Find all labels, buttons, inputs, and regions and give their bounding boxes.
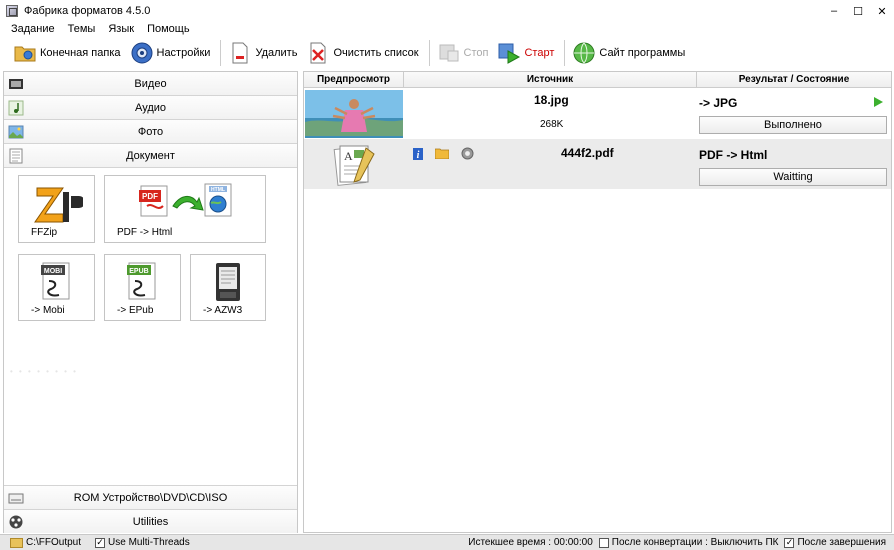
source-filesize: 268K (540, 119, 564, 130)
ereader-icon (213, 261, 243, 306)
pdf-icon: PDF (139, 184, 173, 221)
start-icon (497, 41, 521, 65)
html-globe-icon: HTML (203, 182, 235, 221)
output-path[interactable]: C:\FFOutput (26, 537, 81, 548)
svg-text:A: A (344, 149, 353, 163)
column-result[interactable]: Результат / Состояние (697, 72, 891, 87)
result-format: PDF -> Html (699, 148, 768, 162)
status-button[interactable]: Выполнено (699, 116, 887, 134)
multithread-checkbox[interactable]: ✓ (95, 537, 106, 548)
html-icon-text: HTML (211, 187, 225, 193)
clear-list-icon (306, 41, 330, 65)
image-thumbnail (305, 90, 403, 138)
result-format: -> JPG (699, 96, 738, 110)
minimize-button[interactable]: – (822, 0, 846, 22)
close-button[interactable]: ✕ (870, 0, 894, 22)
category-document[interactable]: Документ (4, 144, 297, 168)
tile-to-azw3[interactable]: -> AZW3 (190, 254, 266, 321)
table-row[interactable]: 18.jpg 268K -> JPG Выполнено (304, 89, 891, 139)
category-photo[interactable]: Фото (4, 120, 297, 144)
mobi-icon-text: MOBI (44, 268, 62, 275)
title-bar: Фабрика форматов 4.5.0 – ☐ ✕ (0, 0, 894, 22)
task-list-header: Предпросмотр Источник Результат / Состоя… (304, 72, 891, 88)
folder-icon[interactable] (434, 148, 450, 162)
menu-bar: Задание Темы Язык Помощь (0, 22, 894, 36)
info-icon[interactable]: i (413, 148, 423, 163)
menu-language[interactable]: Язык (105, 23, 137, 35)
toolbar-separator (220, 40, 222, 66)
mobi-icon: MOBI (39, 261, 73, 306)
app-icon (6, 5, 18, 17)
after-convert-checkbox[interactable] (598, 537, 609, 548)
epub-icon-text: EPUB (129, 268, 148, 275)
ffzip-icon (33, 182, 85, 229)
faded-decoration: • • • • • • • • (10, 367, 78, 376)
maximize-button[interactable]: ☐ (846, 0, 870, 22)
pdf-icon-text: PDF (142, 192, 158, 201)
folder-icon[interactable] (10, 537, 23, 548)
clear-list-button[interactable]: Очистить список (303, 39, 421, 67)
menu-help[interactable]: Помощь (144, 23, 193, 35)
source-filename: 444f2.pdf (561, 146, 614, 160)
arrow-right-icon (171, 192, 205, 217)
task-list: Предпросмотр Источник Результат / Состоя… (303, 71, 892, 533)
after-finish-checkbox[interactable]: ✓ (784, 537, 795, 548)
tile-pdf-to-html[interactable]: PDF HTML PDF -> Html (104, 175, 266, 243)
stop-button[interactable]: Стоп (434, 39, 492, 67)
tile-to-mobi[interactable]: MOBI -> Mobi (18, 254, 95, 321)
globe-icon (572, 41, 596, 65)
tile-to-epub[interactable]: EPUB -> EPub (104, 254, 181, 321)
toolbar: Конечная папка Настройки Удалить Очистит… (0, 37, 894, 69)
after-finish-label: После завершения (797, 537, 886, 548)
source-filename: 18.jpg (534, 93, 569, 107)
category-video[interactable]: Видео (4, 72, 297, 96)
after-convert-label: После конвертации : Выключить ПК (611, 537, 779, 548)
category-rom-device[interactable]: ROM Устройство\DVD\CD\ISO (4, 485, 297, 509)
delete-document-icon (228, 41, 252, 65)
status-button[interactable]: Waitting (699, 168, 887, 186)
gear-icon[interactable] (461, 147, 474, 163)
category-audio[interactable]: Аудио (4, 96, 297, 120)
gear-icon (130, 41, 154, 65)
window-title: Фабрика форматов 4.5.0 (24, 5, 151, 17)
menu-themes[interactable]: Темы (65, 23, 99, 35)
multithread-label: Use Multi-Threads (108, 537, 190, 548)
tile-ffzip[interactable]: FFZip (18, 175, 95, 243)
category-utilities[interactable]: Utilities (4, 509, 297, 533)
status-bar: C:\FFOutput ✓ Use Multi-Threads Истекшее… (0, 534, 894, 550)
output-folder-button[interactable]: Конечная папка (10, 39, 124, 67)
stop-icon (437, 41, 461, 65)
column-source[interactable]: Источник (404, 72, 697, 87)
toolbar-separator (564, 40, 566, 66)
table-row[interactable]: A i 444f2.pdf PDF -> Html Waitting (304, 139, 891, 189)
website-button[interactable]: Сайт программы (569, 39, 688, 67)
folder-icon (13, 41, 37, 65)
document-thumbnail-icon: A (332, 142, 378, 189)
epub-icon: EPUB (125, 261, 159, 306)
svg-text:i: i (417, 150, 420, 160)
delete-button[interactable]: Удалить (225, 39, 300, 67)
toolbar-separator (428, 40, 430, 66)
column-preview[interactable]: Предпросмотр (304, 72, 404, 87)
start-button[interactable]: Старт (494, 39, 557, 67)
play-icon[interactable] (874, 97, 883, 107)
menu-task[interactable]: Задание (8, 23, 58, 35)
category-panel: Видео Аудио Фото Документ FFZip PDF HTML… (3, 71, 298, 533)
settings-button[interactable]: Настройки (127, 39, 214, 67)
elapsed-time: Истекшее время : 00:00:00 (468, 537, 593, 548)
window-controls: – ☐ ✕ (822, 0, 894, 22)
